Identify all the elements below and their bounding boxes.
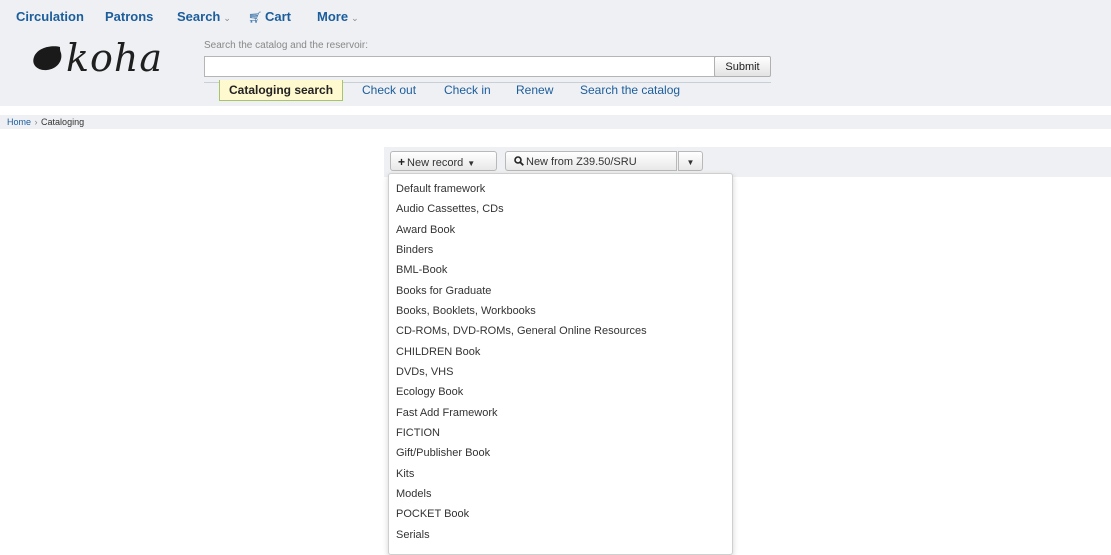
menu-item-framework[interactable]: BML-Book	[396, 264, 447, 276]
breadcrumb: Home › Cataloging	[0, 115, 1111, 129]
tab-check-out[interactable]: Check out	[362, 83, 416, 97]
tab-search-the-catalog[interactable]: Search the catalog	[580, 83, 680, 97]
new-from-z3950-label: New from Z39.50/SRU	[526, 156, 637, 168]
menu-item-framework[interactable]: Award Book	[396, 224, 455, 236]
cart-icon: 🛒︎	[248, 12, 262, 24]
tab-cataloging-search[interactable]: Cataloging search	[219, 80, 344, 101]
menu-item-framework[interactable]: Binders	[396, 244, 433, 256]
nav-circulation[interactable]: Circulation	[16, 9, 84, 24]
header: koha Search the catalog and the reservoi…	[0, 30, 1111, 106]
nav-cart-label: Cart	[264, 9, 291, 24]
tab-renew[interactable]: Renew	[516, 83, 553, 97]
menu-item-framework[interactable]: POCKET Book	[396, 508, 469, 520]
nav-more[interactable]: More ⌄	[317, 9, 359, 24]
menu-item-framework[interactable]: Models	[396, 488, 431, 500]
search-label: Search the catalog and the reservoir:	[204, 40, 368, 51]
caret-down-icon: ▼	[467, 159, 476, 168]
plus-icon: +	[398, 155, 406, 169]
nav-cart[interactable]: 🛒︎ Cart	[248, 9, 291, 24]
logo-text: koha	[66, 36, 164, 80]
menu-item-framework[interactable]: Ecology Book	[396, 386, 463, 398]
menu-item-framework[interactable]: DVDs, VHS	[396, 366, 453, 378]
menu-item-framework[interactable]: Serials	[396, 529, 430, 541]
menu-item-framework[interactable]: CD-ROMs, DVD-ROMs, General Online Resour…	[396, 325, 647, 337]
breadcrumb-current: Cataloging	[41, 117, 85, 127]
nav-search-label: Search	[177, 9, 221, 24]
breadcrumb-separator: ›	[34, 117, 38, 127]
new-record-label: New record	[407, 157, 464, 169]
nav-more-label: More	[317, 9, 349, 24]
framework-dropdown-menu: Default framework Audio Cassettes, CDs A…	[388, 173, 733, 555]
new-from-z3950-button[interactable]: New from Z39.50/SRU	[505, 151, 677, 171]
menu-item-framework[interactable]: Gift/Publisher Book	[396, 447, 490, 459]
nav-search[interactable]: Search ⌄	[177, 9, 231, 24]
top-navigation: Circulation Patrons Search ⌄ 🛒︎ Cart More ⌄	[0, 0, 1111, 30]
menu-item-framework[interactable]: Books for Graduate	[396, 285, 491, 297]
chevron-down-icon: ⌄	[351, 13, 359, 23]
menu-item-framework[interactable]: CHILDREN Book	[396, 346, 480, 358]
menu-item-framework[interactable]: Kits	[396, 468, 414, 480]
z3950-dropdown-toggle[interactable]: ▼	[678, 151, 703, 171]
search-icon	[514, 156, 524, 166]
new-record-button[interactable]: + New record ▼	[390, 151, 497, 171]
menu-item-framework[interactable]: Default framework	[396, 183, 485, 195]
menu-item-framework[interactable]: Books, Booklets, Workbooks	[396, 305, 536, 317]
chevron-down-icon: ⌄	[223, 13, 231, 23]
tab-check-in[interactable]: Check in	[444, 83, 491, 97]
catalog-search-input[interactable]	[204, 56, 717, 77]
submit-button[interactable]: Submit	[714, 56, 771, 77]
menu-item-framework[interactable]: Fast Add Framework	[396, 407, 497, 419]
koha-logo[interactable]: koha	[30, 38, 163, 78]
caret-down-icon: ▼	[686, 158, 695, 167]
koha-logo-mark-icon	[33, 46, 62, 71]
menu-item-framework[interactable]: Audio Cassettes, CDs	[396, 203, 504, 215]
breadcrumb-home[interactable]: Home	[7, 117, 31, 127]
menu-item-framework[interactable]: FICTION	[396, 427, 440, 439]
nav-patrons[interactable]: Patrons	[105, 9, 153, 24]
